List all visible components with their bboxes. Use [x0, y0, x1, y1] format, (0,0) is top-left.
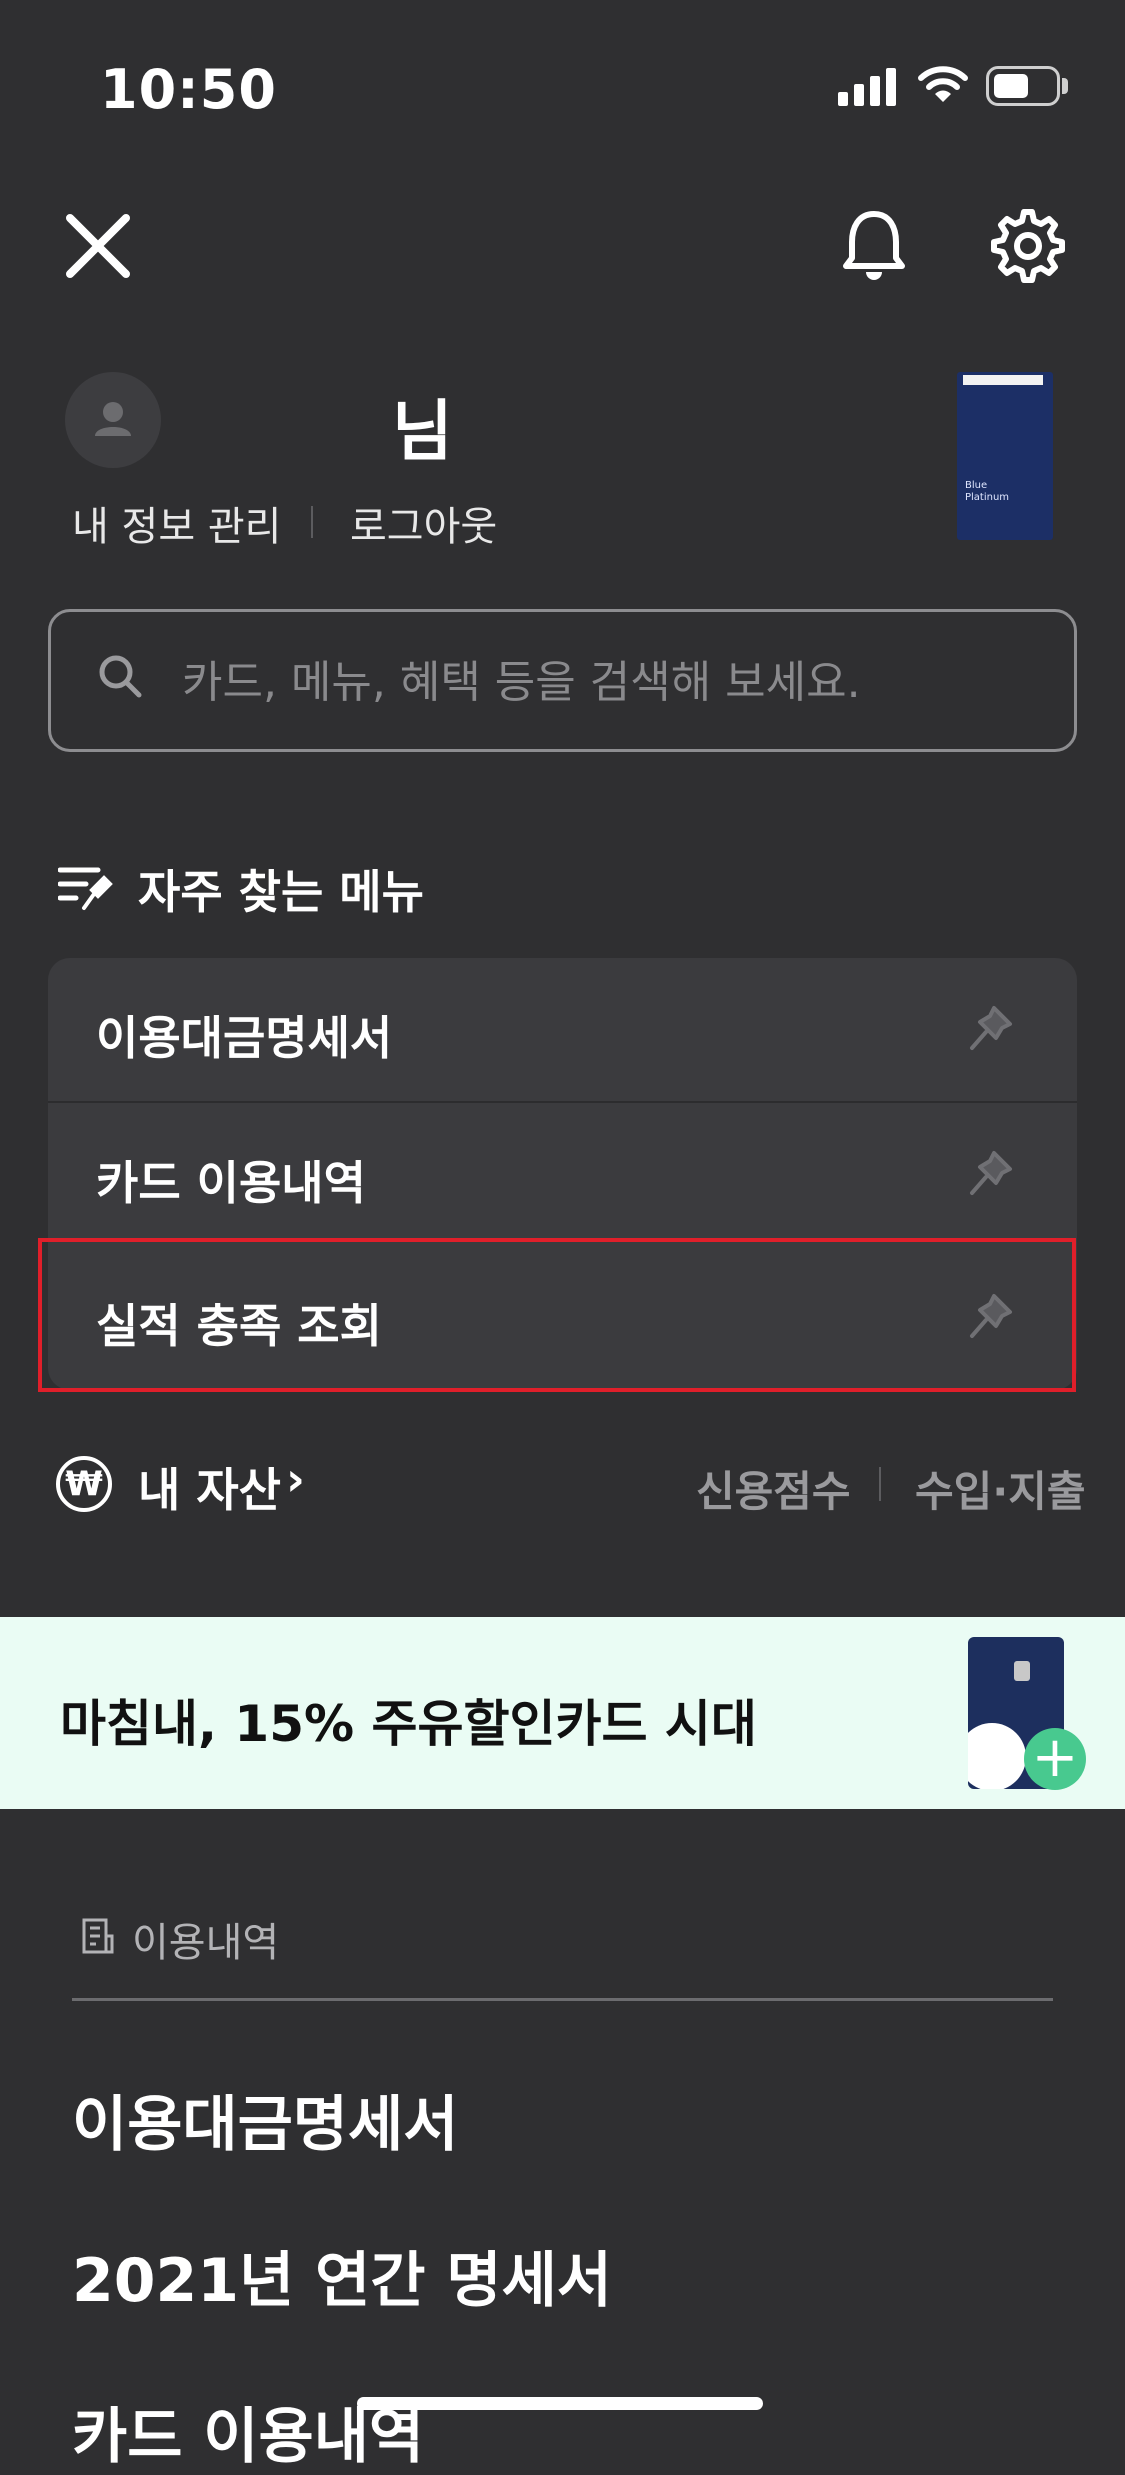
usage-divider	[72, 1998, 1053, 2001]
battery-nub	[1062, 78, 1068, 94]
card-thumbnail[interactable]: Blue Platinum	[957, 372, 1053, 540]
search-icon	[99, 655, 142, 698]
won-icon: ₩	[56, 1456, 112, 1512]
assets-title[interactable]: 내 자산	[138, 1454, 281, 1520]
user-icon	[95, 402, 131, 436]
usage-section-title: 이용내역	[132, 1920, 280, 1966]
favorite-item-label: 카드 이용내역	[96, 1156, 366, 1210]
battery-icon	[986, 66, 1060, 106]
favorite-item-card-usage[interactable]: 카드 이용내역	[48, 1103, 1077, 1246]
profile-manage-link[interactable]: 내 정보 관리	[72, 494, 281, 552]
highlight-box	[38, 1238, 1076, 1392]
favorite-item-statement[interactable]: 이용대금명세서	[48, 958, 1077, 1101]
assets-link-divider	[879, 1467, 881, 1501]
usage-item-annual-statement[interactable]: 2021년 연간 명세서	[72, 2232, 612, 2319]
plus-icon: +	[1024, 1728, 1086, 1790]
close-icon[interactable]	[60, 208, 136, 284]
search-input[interactable]	[180, 646, 1044, 718]
favorite-list-icon	[58, 867, 113, 910]
gear-icon[interactable]	[988, 206, 1068, 286]
banner-text: 마침내, 15% 주유할인카드 시대	[60, 1695, 757, 1753]
usage-item-statement[interactable]: 이용대금명세서	[72, 2076, 458, 2163]
wifi-icon	[918, 66, 968, 102]
credit-score-link[interactable]: 신용점수	[696, 1458, 851, 1519]
status-time: 10:50	[100, 58, 277, 121]
home-indicator	[357, 2397, 763, 2410]
favorites-title: 자주 찾는 메뉴	[138, 865, 424, 919]
cellular-signal-icon	[838, 68, 896, 106]
income-expense-link[interactable]: 수입·지출	[915, 1458, 1086, 1519]
chevron-right-icon[interactable]: ›	[286, 1452, 305, 1506]
pin-icon[interactable]	[966, 1149, 1014, 1199]
favorite-item-label: 이용대금명세서	[96, 1011, 393, 1065]
receipt-icon	[82, 1918, 114, 1954]
bell-icon[interactable]	[834, 206, 914, 286]
pin-icon[interactable]	[966, 1004, 1014, 1054]
link-divider	[311, 506, 313, 538]
user-name: 님	[392, 393, 453, 470]
logout-link[interactable]: 로그아웃	[350, 494, 497, 552]
avatar[interactable]	[65, 372, 161, 468]
